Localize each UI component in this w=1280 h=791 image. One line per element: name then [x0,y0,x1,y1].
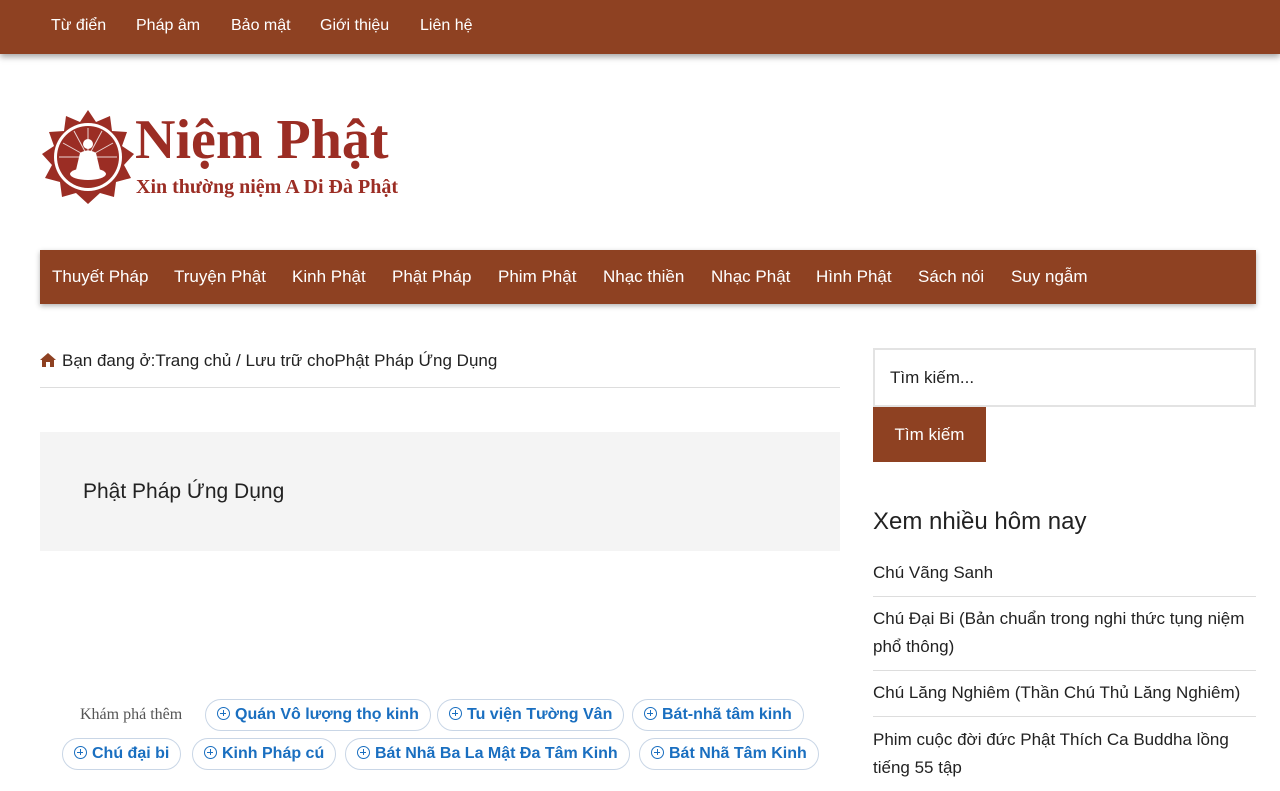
top-nav-dictionary[interactable]: Từ điển [51,17,106,35]
breadcrumb-prefix: Bạn đang ở: [62,351,156,370]
tag-link[interactable]: Bát Nhã Ba La Mật Đa Tâm Kinh [345,738,630,770]
top-nav-dharma-audio[interactable]: Pháp âm [136,17,200,35]
top-nav-privacy[interactable]: Bảo mật [231,17,291,35]
top-navigation-bar: Từ điển Pháp âm Bảo mật Giới thiệu Liên … [0,0,1280,54]
breadcrumb-current: Phật Pháp Ứng Dụng [334,351,498,370]
nav-hinh-phat[interactable]: Hình Phật [816,267,892,287]
nav-sach-noi[interactable]: Sách nói [918,267,984,287]
tag-label: Bát Nhã Tâm Kinh [669,745,807,762]
tag-link[interactable]: Kinh Pháp cú [192,738,337,770]
breadcrumb: Bạn đang ở:Trang chủ / Lưu trữ choPhật P… [40,351,840,388]
tag-label: Chú đại bi [92,745,170,762]
plus-circle-icon [644,707,657,720]
tag-link[interactable]: Chú đại bi [62,738,182,770]
plus-circle-icon [357,746,370,759]
popular-post-link[interactable]: Phim cuộc đời đức Phật Thích Ca Buddha l… [873,726,1256,791]
main-navigation-bar: Thuyết Pháp Truyện Phật Kinh Phật Phật P… [40,250,1256,304]
popular-post-link[interactable]: Chú Vãng Sanh [873,559,1256,597]
plus-circle-icon [449,707,462,720]
nav-suy-ngam[interactable]: Suy ngẫm [1011,267,1088,287]
tag-label: Kinh Pháp cú [222,745,325,762]
popular-post-link[interactable]: Chú Lăng Nghiêm (Thần Chú Thủ Lăng Nghiê… [873,679,1256,717]
nav-truyen-phat[interactable]: Truyện Phật [174,267,266,287]
nav-kinh-phat[interactable]: Kinh Phật [292,267,366,287]
nav-phat-phap[interactable]: Phật Pháp [392,267,471,287]
top-nav-contact[interactable]: Liên hệ [420,17,473,35]
plus-circle-icon [217,707,230,720]
breadcrumb-home-link[interactable]: Trang chủ [155,351,231,370]
nav-thuyet-phap[interactable]: Thuyết Pháp [52,267,148,287]
tag-link[interactable]: Tu viện Tường Vân [437,699,625,731]
tag-label: Tu viện Tường Vân [467,706,613,723]
nav-nhac-thien[interactable]: Nhạc thiền [603,267,684,287]
explore-more-label: Khám phá thêm [80,706,183,723]
popular-today-title: Xem nhiều hôm nay [873,508,1087,535]
plus-circle-icon [204,746,217,759]
buddha-logo-icon[interactable] [40,108,136,208]
tag-link[interactable]: Bát Nhã Tâm Kinh [639,738,819,770]
tag-label: Bát-nhã tâm kinh [662,706,792,723]
breadcrumb-archive-label: Lưu trữ cho [245,351,335,370]
site-tagline: Xin thường niệm A Di Đà Phật [136,176,399,198]
nav-nhac-phat[interactable]: Nhạc Phật [711,267,790,287]
tag-label: Quán Vô lượng thọ kinh [235,706,419,723]
breadcrumb-separator: / [231,351,246,370]
popular-post-link[interactable]: Chú Đại Bi (Bản chuẩn trong nghi thức tụ… [873,605,1256,671]
search-button[interactable]: Tìm kiếm [873,407,986,462]
tag-link[interactable]: Bát-nhã tâm kinh [632,699,804,731]
search-input[interactable] [873,348,1256,407]
site-title[interactable]: Niệm Phật [135,108,389,172]
home-icon [40,353,56,367]
archive-header: Phật Pháp Ứng Dụng [40,432,840,551]
nav-phim-phat[interactable]: Phim Phật [498,267,576,287]
plus-circle-icon [651,746,664,759]
plus-circle-icon [74,746,87,759]
tag-label: Bát Nhã Ba La Mật Đa Tâm Kinh [375,745,618,762]
tag-link[interactable]: Quán Vô lượng thọ kinh [205,699,431,731]
top-nav-about[interactable]: Giới thiệu [320,17,389,35]
archive-title: Phật Pháp Ứng Dụng [83,480,285,503]
